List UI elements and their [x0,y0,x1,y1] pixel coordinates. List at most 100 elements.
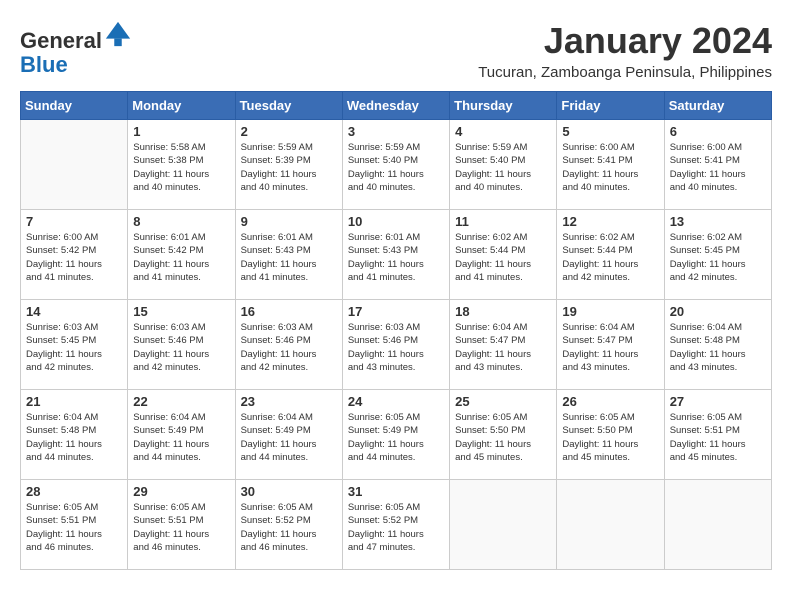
day-info: Sunrise: 6:00 AMSunset: 5:41 PMDaylight:… [562,141,658,194]
calendar-week-2: 7 Sunrise: 6:00 AMSunset: 5:42 PMDaylight… [21,210,772,300]
day-number: 11 [455,214,551,229]
day-number: 26 [562,394,658,409]
calendar-cell: 9 Sunrise: 6:01 AMSunset: 5:43 PMDaylight… [235,210,342,300]
day-info: Sunrise: 6:02 AMSunset: 5:44 PMDaylight:… [562,231,658,284]
day-number: 20 [670,304,766,319]
logo-blue-text: Blue [20,52,68,77]
day-number: 9 [241,214,337,229]
day-info: Sunrise: 6:00 AMSunset: 5:42 PMDaylight:… [26,231,122,284]
day-number: 2 [241,124,337,139]
day-info: Sunrise: 5:58 AMSunset: 5:38 PMDaylight:… [133,141,229,194]
day-info: Sunrise: 6:04 AMSunset: 5:47 PMDaylight:… [455,321,551,374]
day-number: 13 [670,214,766,229]
header-friday: Friday [557,92,664,120]
day-number: 12 [562,214,658,229]
day-info: Sunrise: 6:04 AMSunset: 5:49 PMDaylight:… [241,411,337,464]
day-info: Sunrise: 6:05 AMSunset: 5:51 PMDaylight:… [26,501,122,554]
calendar-week-4: 21Sunrise: 6:04 AMSunset: 5:48 PMDayligh… [21,390,772,480]
calendar-cell: 25 Sunrise: 6:05 AMSunset: 5:50 PMDayligh… [450,390,557,480]
calendar-cell: 13 Sunrise: 6:02 AMSunset: 5:45 PMDayligh… [664,210,771,300]
calendar-cell: 14Sunrise: 6:03 AMSunset: 5:45 PMDayligh… [21,300,128,390]
day-number: 10 [348,214,444,229]
day-number: 8 [133,214,229,229]
day-info: Sunrise: 5:59 AMSunset: 5:39 PMDaylight:… [241,141,337,194]
calendar-cell: 6 Sunrise: 6:00 AMSunset: 5:41 PMDaylight… [664,120,771,210]
day-info: Sunrise: 6:03 AMSunset: 5:46 PMDaylight:… [241,321,337,374]
calendar-cell: 2 Sunrise: 5:59 AMSunset: 5:39 PMDaylight… [235,120,342,210]
day-info: Sunrise: 6:02 AMSunset: 5:44 PMDaylight:… [455,231,551,284]
day-info: Sunrise: 6:01 AMSunset: 5:42 PMDaylight:… [133,231,229,284]
calendar-cell [21,120,128,210]
day-info: Sunrise: 6:02 AMSunset: 5:45 PMDaylight:… [670,231,766,284]
calendar-cell: 27 Sunrise: 6:05 AMSunset: 5:51 PMDayligh… [664,390,771,480]
calendar-cell: 21Sunrise: 6:04 AMSunset: 5:48 PMDayligh… [21,390,128,480]
day-info: Sunrise: 6:05 AMSunset: 5:51 PMDaylight:… [670,411,766,464]
day-number: 29 [133,484,229,499]
calendar-cell: 23 Sunrise: 6:04 AMSunset: 5:49 PMDayligh… [235,390,342,480]
calendar-cell: 10 Sunrise: 6:01 AMSunset: 5:43 PMDayligh… [342,210,449,300]
day-number: 23 [241,394,337,409]
calendar-cell: 16 Sunrise: 6:03 AMSunset: 5:46 PMDayligh… [235,300,342,390]
calendar-cell [450,480,557,570]
calendar-cell: 28Sunrise: 6:05 AMSunset: 5:51 PMDayligh… [21,480,128,570]
header-thursday: Thursday [450,92,557,120]
calendar-week-3: 14Sunrise: 6:03 AMSunset: 5:45 PMDayligh… [21,300,772,390]
calendar-cell: 18Sunrise: 6:04 AMSunset: 5:47 PMDayligh… [450,300,557,390]
day-info: Sunrise: 6:05 AMSunset: 5:51 PMDaylight:… [133,501,229,554]
day-info: Sunrise: 6:05 AMSunset: 5:50 PMDaylight:… [562,411,658,464]
calendar-cell: 26 Sunrise: 6:05 AMSunset: 5:50 PMDayligh… [557,390,664,480]
calendar-cell: 20 Sunrise: 6:04 AMSunset: 5:48 PMDayligh… [664,300,771,390]
calendar-cell: 31 Sunrise: 6:05 AMSunset: 5:52 PMDayligh… [342,480,449,570]
day-number: 17 [348,304,444,319]
day-number: 25 [455,394,551,409]
day-info: Sunrise: 6:04 AMSunset: 5:47 PMDaylight:… [562,321,658,374]
day-info: Sunrise: 5:59 AMSunset: 5:40 PMDaylight:… [455,141,551,194]
calendar-cell: 12 Sunrise: 6:02 AMSunset: 5:44 PMDayligh… [557,210,664,300]
calendar-cell: 15 Sunrise: 6:03 AMSunset: 5:46 PMDayligh… [128,300,235,390]
day-number: 3 [348,124,444,139]
day-info: Sunrise: 6:03 AMSunset: 5:46 PMDaylight:… [133,321,229,374]
header-sunday: Sunday [21,92,128,120]
title-block: January 2024 Tucuran, Zamboanga Peninsul… [478,20,772,81]
calendar-cell: 30Sunrise: 6:05 AMSunset: 5:52 PMDayligh… [235,480,342,570]
calendar-cell [664,480,771,570]
day-number: 27 [670,394,766,409]
month-title: January 2024 [478,20,772,62]
calendar-week-5: 28Sunrise: 6:05 AMSunset: 5:51 PMDayligh… [21,480,772,570]
day-info: Sunrise: 6:01 AMSunset: 5:43 PMDaylight:… [241,231,337,284]
day-number: 15 [133,304,229,319]
day-number: 14 [26,304,122,319]
day-info: Sunrise: 5:59 AMSunset: 5:40 PMDaylight:… [348,141,444,194]
logo-general-text: General [20,28,102,53]
day-number: 22 [133,394,229,409]
calendar-cell: 19 Sunrise: 6:04 AMSunset: 5:47 PMDayligh… [557,300,664,390]
day-number: 6 [670,124,766,139]
day-info: Sunrise: 6:04 AMSunset: 5:48 PMDaylight:… [670,321,766,374]
calendar-table: Sunday Monday Tuesday Wednesday Thursday… [20,91,772,570]
location-subtitle: Tucuran, Zamboanga Peninsula, Philippine… [478,64,772,81]
header-monday: Monday [128,92,235,120]
calendar-cell: 8 Sunrise: 6:01 AMSunset: 5:42 PMDaylight… [128,210,235,300]
day-info: Sunrise: 6:05 AMSunset: 5:50 PMDaylight:… [455,411,551,464]
day-info: Sunrise: 6:00 AMSunset: 5:41 PMDaylight:… [670,141,766,194]
day-info: Sunrise: 6:05 AMSunset: 5:49 PMDaylight:… [348,411,444,464]
day-number: 5 [562,124,658,139]
day-info: Sunrise: 6:01 AMSunset: 5:43 PMDaylight:… [348,231,444,284]
logo-icon [104,20,132,48]
day-number: 31 [348,484,444,499]
day-info: Sunrise: 6:03 AMSunset: 5:46 PMDaylight:… [348,321,444,374]
calendar-cell: 1Sunrise: 5:58 AMSunset: 5:38 PMDaylight… [128,120,235,210]
day-number: 16 [241,304,337,319]
page-header: General Blue January 2024 Tucuran, Zambo… [20,20,772,81]
day-number: 21 [26,394,122,409]
calendar-cell: 22Sunrise: 6:04 AMSunset: 5:49 PMDayligh… [128,390,235,480]
calendar-cell: 5 Sunrise: 6:00 AMSunset: 5:41 PMDaylight… [557,120,664,210]
calendar-cell: 29 Sunrise: 6:05 AMSunset: 5:51 PMDayligh… [128,480,235,570]
day-number: 19 [562,304,658,319]
header-saturday: Saturday [664,92,771,120]
day-number: 7 [26,214,122,229]
day-info: Sunrise: 6:05 AMSunset: 5:52 PMDaylight:… [348,501,444,554]
calendar-cell: 17 Sunrise: 6:03 AMSunset: 5:46 PMDayligh… [342,300,449,390]
day-number: 4 [455,124,551,139]
calendar-cell: 3 Sunrise: 5:59 AMSunset: 5:40 PMDaylight… [342,120,449,210]
